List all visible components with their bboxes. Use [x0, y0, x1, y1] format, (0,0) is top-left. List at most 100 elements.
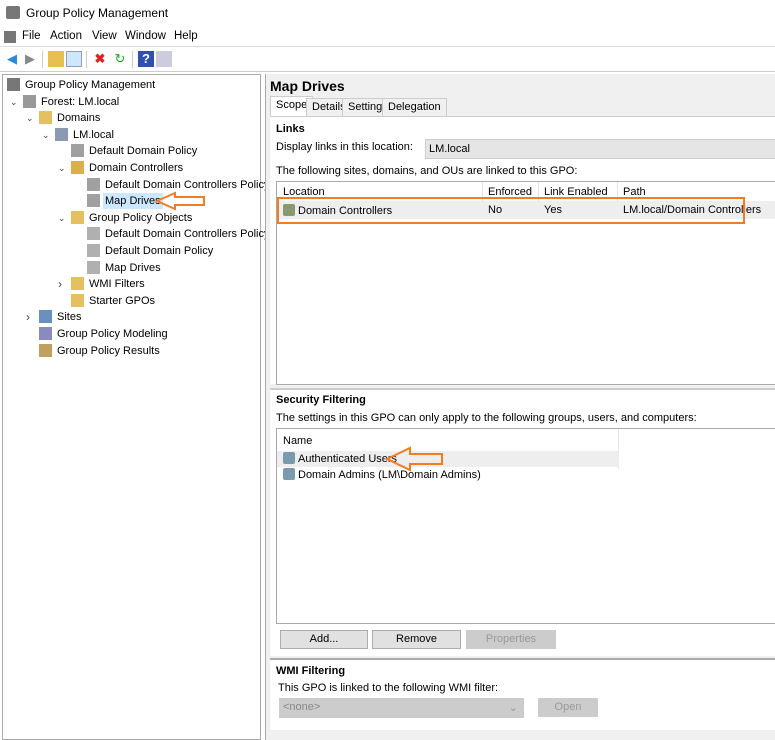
gpo-icon — [87, 260, 100, 274]
security-list: Name Authenticated Users Domain Admins (… — [276, 428, 775, 624]
tree-item[interactable]: Default Domain Controllers Policy — [3, 177, 269, 193]
highlight-box — [277, 197, 745, 224]
tree-item-label: Default Domain Controllers Policy — [105, 228, 270, 241]
tree-item[interactable]: Group Policy Modeling — [3, 326, 260, 342]
gpo-icon — [87, 227, 100, 241]
properties-button[interactable]: Properties — [466, 630, 556, 649]
group-icon — [283, 452, 295, 464]
wmi-heading: WMI Filtering — [276, 665, 346, 677]
up-folder-icon[interactable] — [48, 51, 64, 67]
group-name: Authenticated Users — [298, 453, 398, 465]
tree-item[interactable]: ⌄ Domain Controllers — [3, 160, 260, 176]
results-icon — [39, 343, 52, 357]
gpo-link-icon — [87, 177, 100, 191]
tree-item[interactable]: Map Drives — [3, 260, 260, 276]
tab-delegation[interactable]: Delegation — [382, 98, 447, 116]
tree-item[interactable]: Default Domain Controllers Policy — [3, 226, 269, 242]
chevron-down-icon[interactable]: ⌄ — [58, 160, 66, 176]
back-icon[interactable]: ◀ — [4, 51, 20, 67]
list-item[interactable]: Domain Admins (LM\Domain Admins) — [277, 467, 619, 483]
tree-item[interactable]: ⌄ Group Policy Objects — [3, 210, 260, 226]
refresh-icon[interactable]: ↻ — [112, 51, 128, 67]
list-item[interactable]: Authenticated Users — [277, 451, 619, 467]
tree-item[interactable]: Group Policy Management — [3, 77, 260, 93]
menu-help[interactable]: Help — [174, 30, 198, 42]
app-icon — [6, 6, 20, 19]
title-bar: Group Policy Management — [0, 0, 775, 26]
tree-item-label: Default Domain Policy — [105, 245, 214, 257]
domain-icon — [55, 127, 68, 141]
menu-bar: File Action View Window Help — [0, 27, 775, 46]
chevron-right-icon[interactable]: › — [26, 309, 30, 325]
tree-item-label: Default Domain Policy — [89, 145, 198, 158]
tree-item-label: Map Drives — [105, 261, 161, 274]
tree-item-label: Forest: LM.local — [41, 95, 120, 108]
tree-item[interactable]: › WMI Filters — [3, 276, 260, 292]
show-hide-tree-icon[interactable] — [66, 51, 82, 67]
links-table: Location Enforced Link Enabled Path Doma… — [276, 181, 775, 385]
security-heading: Security Filtering — [276, 394, 366, 406]
action-pane-icon[interactable] — [156, 51, 172, 67]
tree-item[interactable]: ⌄ LM.local — [3, 127, 260, 143]
modeling-icon — [39, 327, 52, 340]
tree-item[interactable]: › Sites — [3, 309, 260, 325]
toolbar: ◀ ▶ ✖ ↻ ? — [0, 46, 775, 72]
chevron-down-icon: ⌄ — [508, 702, 518, 714]
location-select[interactable]: LM.local — [425, 139, 775, 159]
console-tree: Group Policy Management ⌄ Forest: LM.local… — [2, 74, 269, 740]
links-heading: Links — [276, 123, 305, 135]
tree-item-label: WMI Filters — [89, 278, 145, 291]
folder-icon — [39, 111, 52, 125]
location-label: Display links in this location: — [276, 141, 413, 153]
delete-icon[interactable]: ✖ — [92, 51, 108, 67]
tree-item-label: Sites — [57, 311, 82, 324]
gpo-link-icon — [87, 194, 100, 208]
tree-item-label: Group Policy Modeling — [57, 328, 168, 340]
add-button[interactable]: Add... — [280, 630, 368, 649]
tree-item[interactable]: Default Domain Policy — [3, 143, 260, 159]
tree-item[interactable]: Map Drives — [3, 191, 260, 211]
tree-item[interactable]: ⌄ Domains — [3, 110, 260, 126]
tree-item[interactable]: Starter GPOs — [3, 293, 260, 309]
chevron-right-icon[interactable]: › — [58, 276, 62, 292]
folder-icon — [71, 210, 84, 224]
chevron-down-icon[interactable]: ⌄ — [42, 127, 50, 143]
details-pane: Map Drives Scope Details Settings Delega… — [265, 74, 775, 740]
tree-item-label: Group Policy Management — [25, 79, 156, 91]
tree-item-label: Default Domain Controllers Policy — [105, 178, 270, 191]
menu-window[interactable]: Window — [125, 30, 166, 42]
open-button[interactable]: Open — [538, 698, 598, 717]
wmi-filter-value: <none> — [283, 701, 321, 713]
wmi-description: This GPO is linked to the following WMI … — [278, 682, 499, 694]
group-icon — [283, 468, 295, 480]
tree-item-label: Domains — [57, 112, 101, 125]
wmi-filter-select[interactable]: <none> ⌄ — [279, 698, 524, 718]
folder-icon — [71, 277, 84, 291]
system-menu-icon[interactable] — [4, 31, 16, 43]
tree-item[interactable]: Default Domain Policy — [3, 243, 260, 259]
gpo-title: Map Drives — [270, 78, 345, 94]
tree-item-label: LM.local — [73, 128, 114, 141]
folder-icon — [71, 293, 84, 307]
tree-item[interactable]: Group Policy Results — [3, 343, 260, 359]
window-title: Group Policy Management — [26, 6, 169, 20]
tree-item[interactable]: ⌄ Forest: LM.local — [3, 94, 260, 110]
forest-icon — [23, 94, 36, 108]
tree-item-label: Map Drives — [103, 193, 163, 210]
arrow-annotation-icon — [155, 191, 205, 211]
chevron-down-icon[interactable]: ⌄ — [58, 210, 66, 226]
menu-action[interactable]: Action — [50, 30, 82, 42]
help-icon[interactable]: ? — [138, 51, 154, 67]
tree-item-label: Domain Controllers — [89, 162, 184, 174]
menu-file[interactable]: File — [22, 30, 41, 42]
links-description: The following sites, domains, and OUs ar… — [276, 165, 578, 177]
ou-icon — [71, 161, 84, 174]
gpo-link-icon — [71, 144, 84, 158]
sites-icon — [39, 310, 52, 324]
remove-button[interactable]: Remove — [372, 630, 461, 649]
tree-item-label: Group Policy Results — [57, 344, 160, 357]
chevron-down-icon[interactable]: ⌄ — [10, 94, 18, 110]
menu-view[interactable]: View — [92, 30, 117, 42]
forward-icon[interactable]: ▶ — [22, 51, 38, 67]
chevron-down-icon[interactable]: ⌄ — [26, 110, 34, 126]
